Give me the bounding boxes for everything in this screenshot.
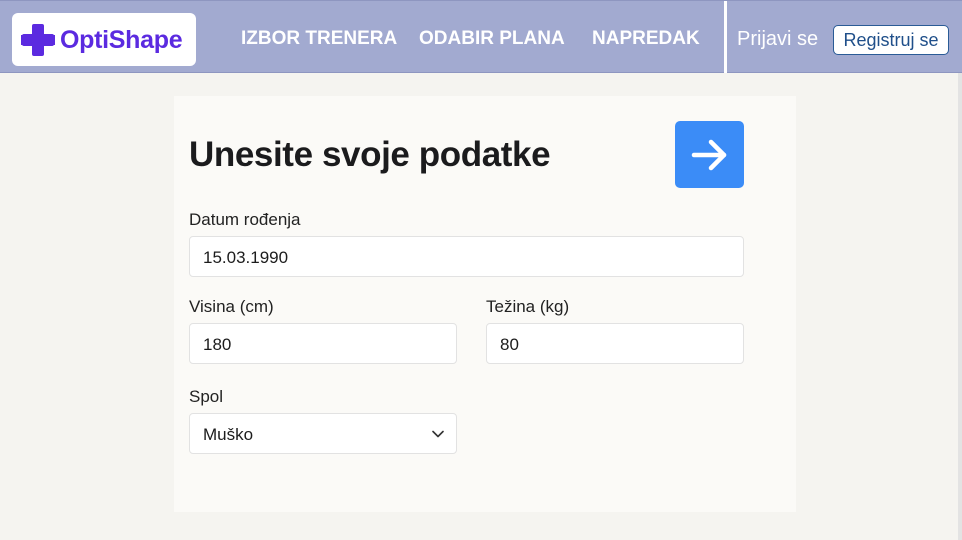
height-value: 180	[203, 335, 232, 354]
gender-value: Muško	[203, 425, 254, 444]
nav-odabir-plana[interactable]: ODABIR PLANA	[419, 28, 565, 50]
birthdate-input[interactable]: 15.03.1990	[189, 236, 744, 277]
gender-select[interactable]: Muško	[189, 413, 457, 454]
next-button[interactable]	[675, 121, 744, 188]
weight-value: 80	[500, 335, 519, 354]
weight-input[interactable]: 80	[486, 323, 744, 364]
chevron-down-icon	[432, 430, 444, 438]
gender-label: Spol	[189, 387, 224, 406]
height-input[interactable]: 180	[189, 323, 457, 364]
brand-name: OptiShape	[60, 26, 183, 54]
register-button[interactable]: Registruj se	[833, 25, 949, 55]
top-navbar: OptiShape IZBOR TRENERA ODABIR PLANA NAP…	[0, 0, 962, 73]
logo[interactable]: OptiShape	[12, 13, 196, 66]
scrollbar-track[interactable]	[958, 73, 962, 540]
nav-divider	[724, 1, 727, 73]
login-link[interactable]: Prijavi se	[737, 28, 818, 51]
page-title: Unesite svoje podatke	[189, 135, 551, 174]
birthdate-label: Datum rođenja	[189, 210, 301, 229]
height-label: Visina (cm)	[189, 297, 274, 316]
plus-icon	[21, 24, 55, 56]
arrow-right-icon	[691, 139, 727, 171]
weight-label: Težina (kg)	[486, 297, 570, 316]
birthdate-value: 15.03.1990	[203, 248, 289, 267]
nav-izbor-trenera[interactable]: IZBOR TRENERA	[241, 28, 397, 50]
nav-napredak[interactable]: NAPREDAK	[592, 28, 700, 50]
